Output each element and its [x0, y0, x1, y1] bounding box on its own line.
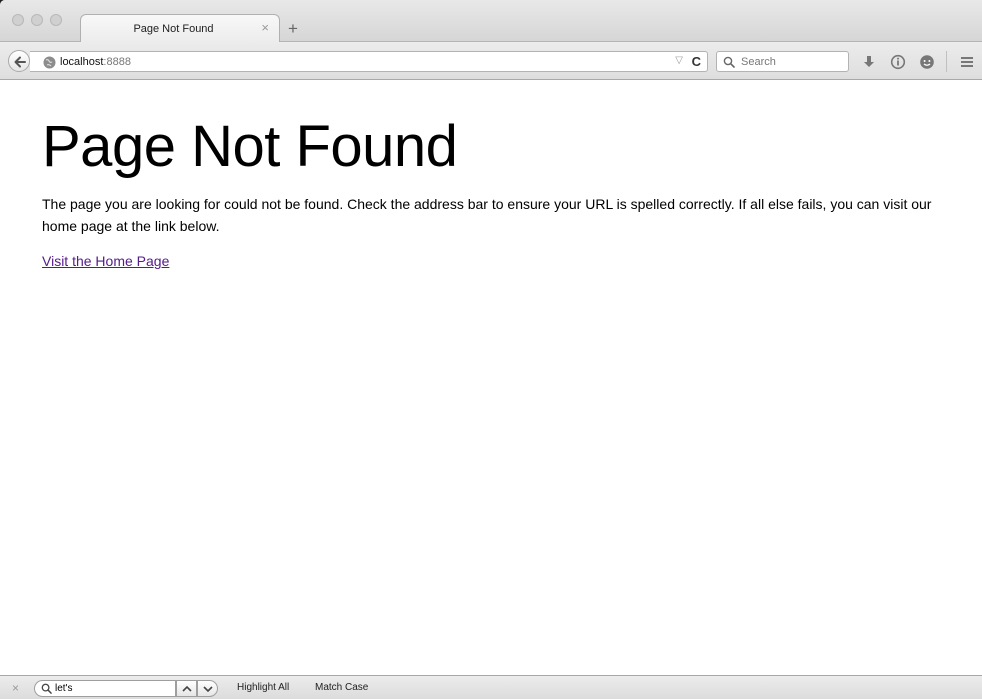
find-next-button[interactable]	[197, 680, 218, 697]
tab-page-not-found[interactable]: Page Not Found ×	[80, 14, 280, 43]
find-previous-button[interactable]	[176, 680, 197, 697]
page-content: Page Not Found The page you are looking …	[0, 81, 982, 675]
match-case-toggle[interactable]: Match Case	[315, 682, 368, 693]
back-arrow-icon	[14, 56, 26, 68]
find-close-icon[interactable]: ×	[12, 681, 19, 695]
find-query: let's	[55, 683, 73, 694]
tab-strip: Page Not Found × +	[0, 0, 982, 43]
info-icon[interactable]	[890, 54, 906, 70]
page-title: Page Not Found	[42, 114, 458, 179]
chevron-down-icon	[203, 686, 213, 693]
new-tab-button[interactable]: +	[288, 20, 298, 37]
toolbar-separator	[946, 51, 947, 72]
url-text: localhost:8888	[60, 56, 131, 68]
chevron-up-icon	[182, 685, 192, 692]
navigation-bar: localhost:8888 ▽ C Search	[0, 42, 982, 80]
home-page-link[interactable]: Visit the Home Page	[42, 253, 169, 269]
url-port: :8888	[103, 56, 131, 68]
tab-close-icon[interactable]: ×	[261, 20, 269, 35]
search-placeholder: Search	[741, 56, 776, 68]
url-host: localhost	[60, 56, 104, 68]
find-bar: × let's Highlight All Match Case	[0, 675, 982, 699]
close-window-button[interactable]	[12, 14, 24, 26]
address-bar[interactable]: localhost:8888 ▽ C	[30, 51, 708, 72]
chat-icon[interactable]	[919, 54, 935, 70]
history-dropdown-icon[interactable]: ▽	[675, 55, 683, 66]
highlight-all-toggle[interactable]: Highlight All	[237, 682, 289, 693]
error-message: The page you are looking for could not b…	[42, 196, 932, 234]
tab-title: Page Not Found	[133, 23, 214, 35]
zoom-window-button[interactable]	[50, 14, 62, 26]
find-input[interactable]: let's	[34, 680, 176, 697]
search-input[interactable]: Search	[716, 51, 849, 72]
search-icon	[723, 56, 735, 68]
globe-icon	[43, 56, 56, 69]
download-icon[interactable]	[861, 54, 877, 70]
reload-icon[interactable]: C	[692, 54, 701, 69]
menu-icon[interactable]	[959, 54, 975, 70]
back-button[interactable]	[8, 50, 30, 72]
search-icon	[41, 683, 52, 694]
browser-window: Page Not Found × + localhost:8888 ▽ C Se	[0, 0, 982, 699]
minimize-window-button[interactable]	[31, 14, 43, 26]
